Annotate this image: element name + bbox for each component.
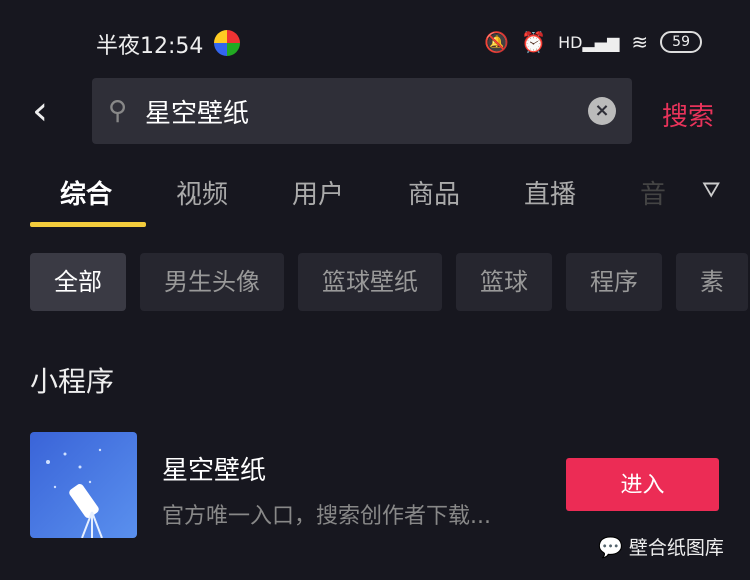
wechat-icon: 💬 [598, 534, 623, 559]
chip-boy-avatar[interactable]: 男生头像 [140, 253, 284, 311]
status-time: 半夜12:54 [96, 34, 204, 59]
app-notification-icon [214, 30, 240, 56]
chip-more[interactable]: 素 [676, 253, 748, 311]
telescope-app-icon[interactable] [30, 432, 137, 539]
tab-music[interactable]: 音 [640, 174, 666, 211]
filter-icon[interactable]: ⛛ [696, 178, 721, 203]
tab-users[interactable]: 用户 [292, 174, 344, 211]
battery-icon: 59 [660, 31, 702, 53]
mini-program-description: 官方唯一入口，搜索创作者下载... [162, 504, 491, 529]
search-button[interactable]: 搜索 [662, 96, 714, 133]
hd-signal-icon: HD▂▄▆ [558, 32, 620, 52]
watermark: 💬 壁合纸图库 [598, 533, 724, 560]
watermark-text: 壁合纸图库 [628, 537, 724, 559]
chip-all[interactable]: 全部 [30, 253, 126, 311]
search-value: 星空壁纸 [145, 98, 250, 129]
tab-goods[interactable]: 商品 [408, 174, 460, 211]
chip-basketball-wallpaper[interactable]: 篮球壁纸 [298, 253, 442, 311]
mini-program-name[interactable]: 星空壁纸 [162, 450, 266, 487]
wifi-icon: ≋ [631, 30, 649, 54]
chip-basketball[interactable]: 篮球 [456, 253, 552, 311]
search-input[interactable]: ⚲ 星空壁纸 × [92, 78, 632, 144]
enter-button[interactable]: 进入 [566, 458, 719, 511]
tab-video[interactable]: 视频 [176, 174, 228, 211]
tab-live[interactable]: 直播 [524, 174, 576, 211]
alarm-icon: ⏰ [521, 30, 547, 54]
clear-icon[interactable]: × [588, 97, 616, 125]
mute-bell-icon: 🔕 [484, 30, 510, 54]
status-icons: 🔕 ⏰ HD▂▄▆ ≋ 59 [484, 30, 702, 54]
tab-all[interactable]: 综合 [60, 174, 112, 211]
filter-chips: 全部 男生头像 篮球壁纸 篮球 程序 素 [30, 253, 748, 311]
tab-underline [30, 222, 146, 227]
section-title: 小程序 [30, 365, 115, 398]
search-icon: ⚲ [108, 96, 128, 126]
chip-program[interactable]: 程序 [566, 253, 662, 311]
back-button[interactable]: ‹ [32, 88, 48, 134]
